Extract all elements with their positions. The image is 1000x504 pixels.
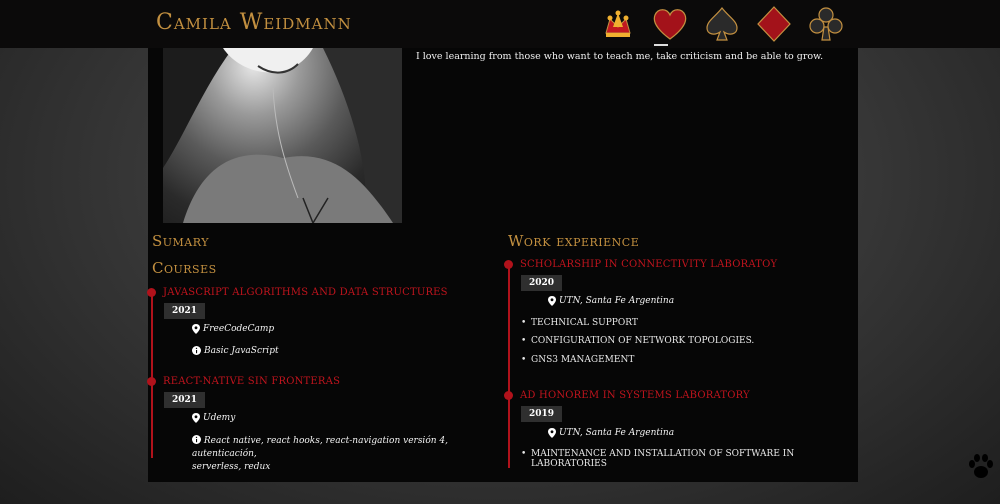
course-year: 2021 <box>164 392 206 408</box>
map-pin-icon <box>548 428 556 438</box>
timeline-dot <box>147 377 156 386</box>
job-task: Maintenance and installation of software… <box>521 449 858 469</box>
top-navbar: Camila Weidmann <box>0 0 1000 48</box>
job-task: GNS3 management <box>521 355 634 365</box>
course-place-text: Udemy <box>203 413 236 423</box>
map-pin-icon <box>192 324 200 334</box>
profile-photo <box>163 48 402 223</box>
job-year: 2020 <box>521 275 563 291</box>
course-place: FreeCodeCamp <box>192 324 274 334</box>
nav-club-item[interactable] <box>804 4 848 44</box>
nav-menu <box>596 4 848 46</box>
brand-name[interactable]: Camila Weidmann <box>156 10 352 35</box>
info-icon <box>192 435 201 444</box>
job-year: 2019 <box>521 406 563 422</box>
job-task: Configuration of network topologies. <box>521 336 754 346</box>
course-title: React-Native sin fronteras <box>163 376 341 387</box>
timeline-dot <box>147 288 156 297</box>
nav-jester-item[interactable] <box>596 4 640 44</box>
course-title: Javascript algorithms and data structure… <box>163 287 448 298</box>
course-year: 2021 <box>164 303 206 319</box>
work-heading: Work experience <box>508 232 640 250</box>
job-title: Ad Honorem in systems laboratory <box>520 390 750 401</box>
paw-button[interactable] <box>966 452 996 486</box>
course-place: Udemy <box>192 413 235 423</box>
course-place-text: FreeCodeCamp <box>203 324 275 334</box>
job-place-text: UTN, Santa Fe Argentina <box>559 428 675 438</box>
job-place: UTN, Santa Fe Argentina <box>548 428 674 438</box>
jester-hat-icon <box>605 10 631 37</box>
paw-icon <box>969 454 993 478</box>
course-info: Basic JavaScript <box>192 346 279 356</box>
course-info-text-cont: serverless, redux <box>192 462 271 472</box>
info-icon <box>192 346 201 355</box>
map-pin-icon <box>548 296 556 306</box>
club-icon <box>809 7 843 41</box>
spade-icon <box>706 7 738 41</box>
course-info-text: React native, react hooks, react-navigat… <box>192 436 448 459</box>
job-place-text: UTN, Santa Fe Argentina <box>559 296 675 306</box>
timeline-dot <box>504 260 513 269</box>
job-place: UTN, Santa Fe Argentina <box>548 296 674 306</box>
heart-icon <box>653 9 687 40</box>
courses-heading: Courses <box>152 259 217 277</box>
nav-heart-item[interactable] <box>648 4 692 46</box>
summary-heading: Sumary <box>152 232 209 250</box>
map-pin-icon <box>192 413 200 423</box>
diamond-icon <box>757 6 791 42</box>
nav-spade-item[interactable] <box>700 4 744 44</box>
job-task: Technical support <box>521 318 638 328</box>
intro-text: I love learning from those who want to t… <box>416 51 824 62</box>
work-timeline <box>508 264 510 468</box>
course-info: React native, react hooks, react-navigat… <box>192 435 482 474</box>
job-title: Scholarship in connectivity laboratoy <box>520 259 778 270</box>
profile-silhouette <box>163 48 402 223</box>
course-info-text: Basic JavaScript <box>204 346 279 356</box>
timeline-dot <box>504 391 513 400</box>
courses-timeline <box>151 292 153 458</box>
resume-panel: I love learning from those who want to t… <box>147 48 858 482</box>
nav-diamond-item[interactable] <box>752 4 796 44</box>
